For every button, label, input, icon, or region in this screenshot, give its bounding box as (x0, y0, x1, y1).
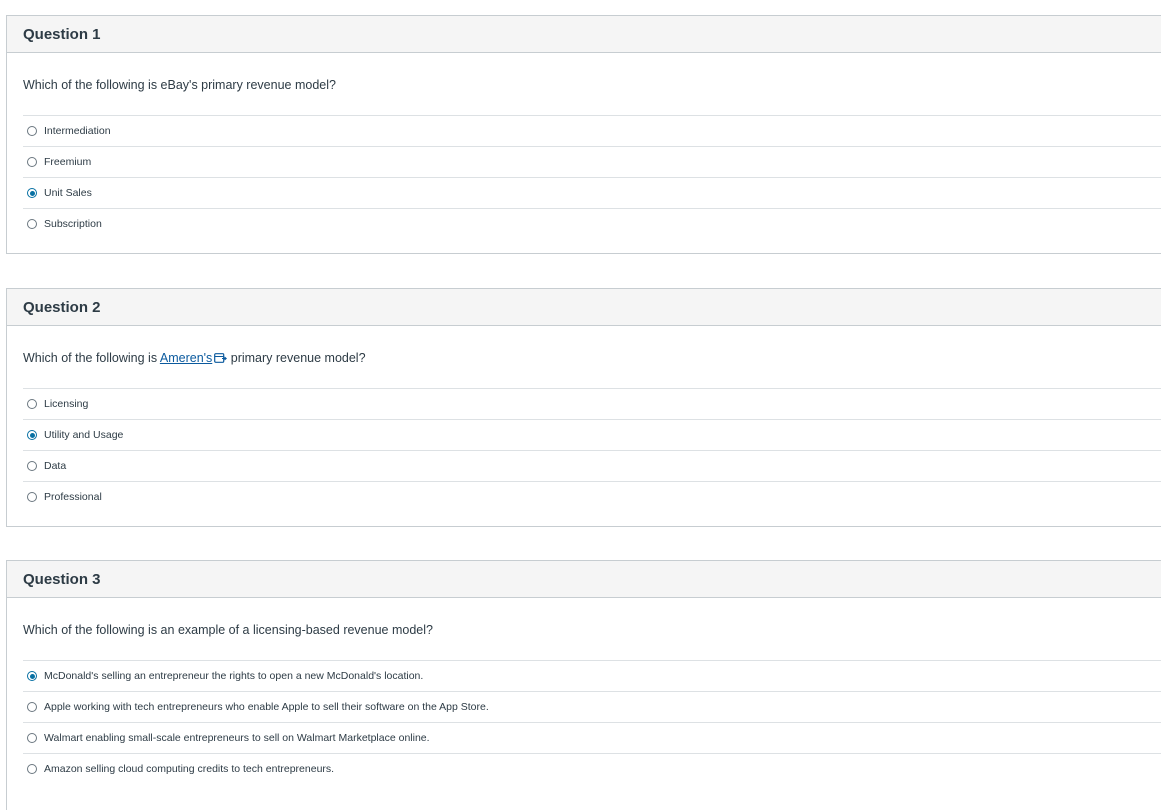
question-2-card: Question 2 Which of the following is Ame… (6, 288, 1161, 527)
radio-button[interactable] (27, 399, 37, 409)
answer-option[interactable]: McDonald's selling an entrepreneur the r… (23, 660, 1161, 691)
question-2-text-before: Which of the following is (23, 351, 160, 365)
answer-option[interactable]: Unit Sales (23, 177, 1161, 208)
answer-label: Licensing (44, 398, 89, 410)
external-link-icon[interactable] (214, 352, 228, 363)
radio-button[interactable] (27, 188, 37, 198)
question-3-title: Question 3 (7, 561, 1161, 598)
radio-button[interactable] (27, 461, 37, 471)
question-1-title: Question 1 (7, 16, 1161, 53)
answer-label: Professional (44, 491, 102, 503)
answer-option[interactable]: Professional (23, 481, 1161, 512)
question-3-text: Which of the following is an example of … (23, 623, 433, 637)
answer-option[interactable]: Amazon selling cloud computing credits t… (23, 753, 1161, 784)
radio-button[interactable] (27, 430, 37, 440)
question-3-card: Question 3 Which of the following is an … (6, 560, 1161, 810)
radio-button[interactable] (27, 702, 37, 712)
question-1-answers: Intermediation Freemium Unit Sales Subsc… (23, 115, 1161, 239)
answer-option[interactable]: Walmart enabling small-scale entrepreneu… (23, 722, 1161, 753)
question-3-answers: McDonald's selling an entrepreneur the r… (23, 660, 1161, 784)
answer-label: Intermediation (44, 125, 111, 137)
answer-option[interactable]: Freemium (23, 146, 1161, 177)
answer-label: Freemium (44, 156, 92, 168)
answer-option[interactable]: Subscription (23, 208, 1161, 239)
answer-option[interactable]: Intermediation (23, 115, 1161, 146)
answer-option[interactable]: Data (23, 450, 1161, 481)
radio-button[interactable] (27, 492, 37, 502)
answer-label: Utility and Usage (44, 429, 124, 441)
question-1-text: Which of the following is eBay's primary… (23, 78, 336, 92)
answer-option[interactable]: Licensing (23, 388, 1161, 419)
question-2-answers: Licensing Utility and Usage Data Profess… (23, 388, 1161, 512)
question-2-text: Which of the following is Ameren's prima… (7, 326, 1161, 388)
radio-button[interactable] (27, 126, 37, 136)
radio-button[interactable] (27, 764, 37, 774)
answer-label: Data (44, 460, 67, 472)
answer-label: Subscription (44, 218, 102, 230)
answer-option[interactable]: Utility and Usage (23, 419, 1161, 450)
answer-option[interactable]: Apple working with tech entrepreneurs wh… (23, 691, 1161, 722)
question-2-text-after: primary revenue model? (227, 351, 366, 365)
answer-label: Unit Sales (44, 187, 92, 199)
ameren-link[interactable]: Ameren's (160, 351, 212, 365)
question-2-title: Question 2 (7, 289, 1161, 326)
answer-label: Apple working with tech entrepreneurs wh… (44, 701, 489, 713)
answer-label: Walmart enabling small-scale entrepreneu… (44, 732, 430, 744)
question-1-card: Question 1 Which of the following is eBa… (6, 15, 1161, 254)
radio-button[interactable] (27, 219, 37, 229)
radio-button[interactable] (27, 733, 37, 743)
radio-button[interactable] (27, 157, 37, 167)
radio-button[interactable] (27, 671, 37, 681)
answer-label: McDonald's selling an entrepreneur the r… (44, 670, 424, 682)
answer-label: Amazon selling cloud computing credits t… (44, 763, 335, 775)
